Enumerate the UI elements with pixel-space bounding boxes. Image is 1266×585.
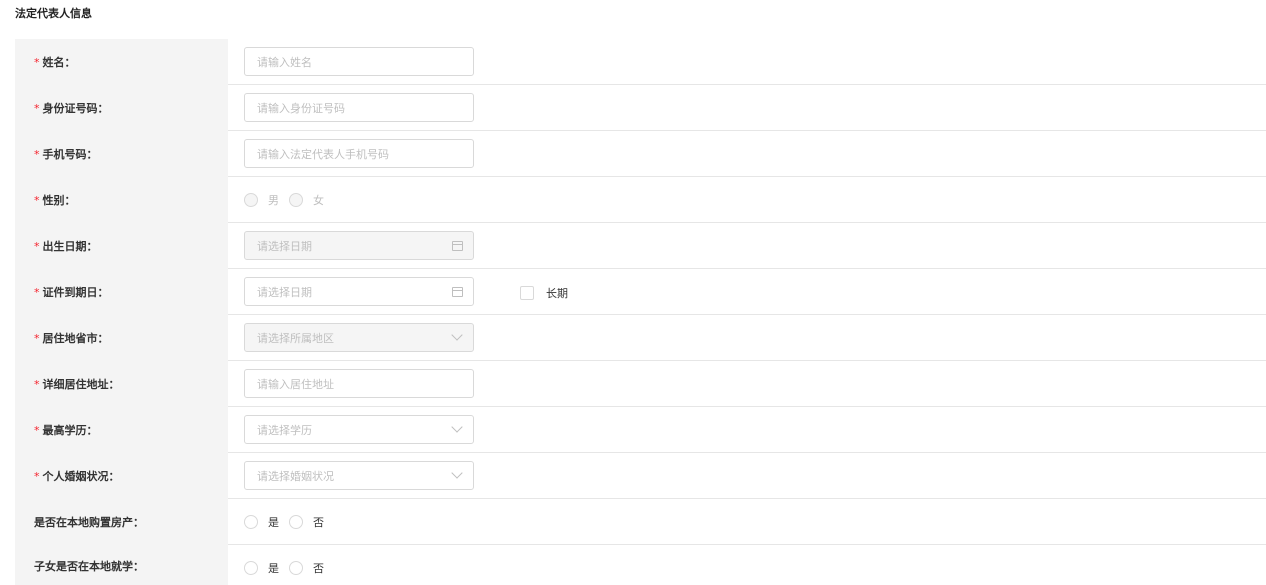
calendar-icon [451,286,463,298]
residence-region-select[interactable]: 请选择所属地区 [244,323,474,352]
field-label-gender: * 性别： [15,177,228,223]
birth-date-placeholder: 请选择日期 [257,239,312,253]
radio-label: 是 [268,561,279,575]
label-text: 证件到期日： [42,286,109,299]
form-row-children-school: 子女是否在本地就学： 是 否 [15,545,1266,585]
form-row-residence-region: * 居住地省市： 请选择所属地区 [15,315,1266,361]
radio-circle[interactable] [244,192,258,207]
long-term-checkbox[interactable]: 长期 [520,285,568,301]
label-text: 详细居住地址： [42,378,120,391]
id-number-placeholder: 请输入身份证号码 [257,101,345,115]
radio-circle[interactable] [289,514,303,529]
birth-date-picker[interactable]: 请选择日期 [244,231,474,260]
local-property-radio-yes[interactable]: 是 [244,514,279,530]
radio-circle[interactable] [289,192,303,207]
name-input[interactable]: 请输入姓名 [244,47,474,76]
education-select[interactable]: 请选择学历 [244,415,474,444]
id-expiry-date-picker[interactable]: 请选择日期 [244,277,474,306]
children-school-radio-group: 是 否 [244,553,334,582]
radio-circle[interactable] [289,560,303,575]
id-expiry-placeholder: 请选择日期 [257,285,312,299]
radio-label: 否 [313,515,324,529]
required-mark: * [34,423,40,437]
chevron-down-icon [451,467,463,482]
field-label-education: * 最高学历： [15,407,228,453]
required-mark: * [34,377,40,391]
education-placeholder: 请选择学历 [257,423,312,437]
label-text: 个人婚姻状况： [42,470,120,483]
children-school-radio-yes[interactable]: 是 [244,560,279,576]
field-label-address: * 详细居住地址： [15,361,228,407]
gender-radio-female[interactable]: 女 [289,192,324,208]
address-input[interactable]: 请输入居住地址 [244,369,474,398]
required-mark: * [34,331,40,345]
calendar-icon [451,240,463,252]
radio-circle[interactable] [244,560,258,575]
local-property-radio-no[interactable]: 否 [289,514,324,530]
required-mark: * [34,193,40,207]
id-number-input[interactable]: 请输入身份证号码 [244,93,474,122]
form-row-phone: * 手机号码： 请输入法定代表人手机号码 [15,131,1266,177]
label-text: 性别： [42,194,76,207]
field-label-phone: * 手机号码： [15,131,228,177]
form-row-id-number: * 身份证号码： 请输入身份证号码 [15,85,1266,131]
field-label-id-expiry: * 证件到期日： [15,269,228,315]
form-row-local-property: 是否在本地购置房产： 是 否 [15,499,1266,545]
required-mark: * [34,147,40,161]
required-mark: * [34,469,40,483]
field-label-birth-date: * 出生日期： [15,223,228,269]
field-label-name: * 姓名： [15,39,228,85]
required-mark: * [34,55,40,69]
field-label-marital: * 个人婚姻状况： [15,453,228,499]
label-text: 居住地省市： [42,332,109,345]
label-text: 身份证号码： [42,102,109,115]
form-row-address: * 详细居住地址： 请输入居住地址 [15,361,1266,407]
field-label-local-property: 是否在本地购置房产： [15,499,228,545]
radio-label: 是 [268,515,279,529]
marital-select[interactable]: 请选择婚姻状况 [244,461,474,490]
radio-circle[interactable] [244,514,258,529]
gender-radio-male[interactable]: 男 [244,192,279,208]
form-row-gender: * 性别： 男 女 [15,177,1266,223]
phone-placeholder: 请输入法定代表人手机号码 [257,147,389,161]
residence-region-placeholder: 请选择所属地区 [257,331,334,345]
radio-label: 女 [313,193,324,207]
checkbox-label: 长期 [546,287,568,300]
label-text: 是否在本地购置房产： [34,516,144,529]
name-placeholder: 请输入姓名 [257,55,312,69]
local-property-radio-group: 是 否 [244,507,334,536]
field-label-residence-region: * 居住地省市： [15,315,228,361]
chevron-down-icon [451,329,463,344]
address-placeholder: 请输入居住地址 [257,377,334,391]
phone-input[interactable]: 请输入法定代表人手机号码 [244,139,474,168]
label-text: 最高学历： [42,424,98,437]
form-row-name: * 姓名： 请输入姓名 [15,39,1266,85]
form-row-id-expiry: * 证件到期日： 请选择日期 长期 [15,269,1266,315]
radio-label: 男 [268,193,279,207]
form-row-marital: * 个人婚姻状况： 请选择婚姻状况 [15,453,1266,499]
required-mark: * [34,239,40,253]
required-mark: * [34,285,40,299]
legal-representative-form: * 姓名： 请输入姓名 * 身份证号码： 请输入身份证号码 * 手机号码： 请输… [15,39,1266,585]
label-text: 姓名： [42,56,76,69]
checkbox-box[interactable] [520,286,534,300]
form-row-birth-date: * 出生日期： 请选择日期 [15,223,1266,269]
field-label-id-number: * 身份证号码： [15,85,228,131]
chevron-down-icon [451,421,463,436]
section-title: 法定代表人信息 [15,7,92,20]
children-school-radio-no[interactable]: 否 [289,560,324,576]
form-row-education: * 最高学历： 请选择学历 [15,407,1266,453]
field-label-children-school: 子女是否在本地就学： [15,545,228,585]
label-text: 出生日期： [42,240,98,253]
label-text: 子女是否在本地就学： [34,560,144,573]
gender-radio-group: 男 女 [244,185,334,214]
radio-label: 否 [313,561,324,575]
label-text: 手机号码： [42,148,98,161]
required-mark: * [34,101,40,115]
marital-placeholder: 请选择婚姻状况 [257,469,334,483]
